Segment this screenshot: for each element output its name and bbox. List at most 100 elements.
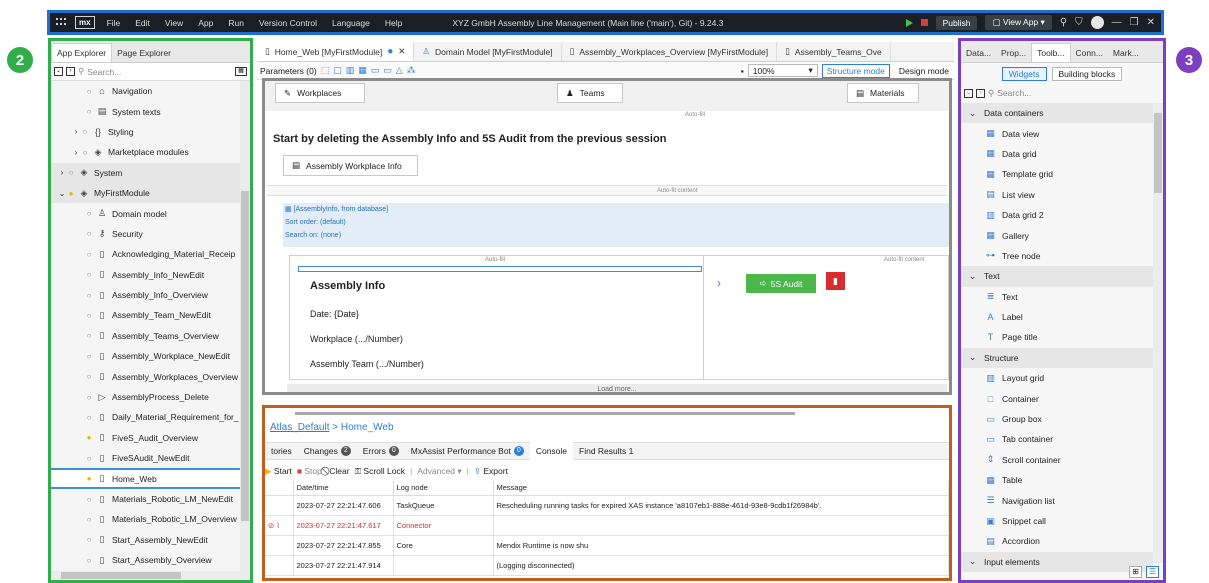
container-tool-icon[interactable]: ▭ [371, 65, 380, 76]
widget-item[interactable]: A Label [961, 307, 1153, 327]
building-blocks-toggle[interactable]: Building blocks [1051, 67, 1123, 81]
shapes-tool-icon[interactable]: △ [396, 65, 403, 76]
teams-button[interactable]: ♟ Teams [557, 83, 623, 103]
menu-run[interactable]: Run [228, 18, 244, 28]
load-more-button[interactable]: Load more... [287, 384, 947, 392]
chevron-right-icon[interactable]: › [717, 276, 721, 290]
frame-tool-icon[interactable]: ▭ [383, 65, 392, 76]
tab-teams-overview[interactable]: ▯ Assembly_Teams_Ove [777, 42, 891, 61]
tree-item[interactable]: ○ ▯ Materials_Robotic_LM_Overview [51, 509, 240, 529]
console-tab[interactable]: Changes 2 [298, 442, 357, 460]
widgets-toggle[interactable]: Widgets [1001, 67, 1047, 81]
toolbox-tab[interactable]: Conn... [1071, 44, 1108, 62]
widget-item[interactable]: ▦ Data view [961, 123, 1153, 143]
collapse-icon[interactable]: ⌄ [964, 88, 973, 98]
toolbox-tab[interactable]: Prop... [996, 44, 1031, 62]
tree-item[interactable]: ● ▯ Home_Web [51, 468, 240, 489]
widget-category[interactable]: ⌄ Text [961, 266, 1153, 287]
tree-item[interactable]: ○ ▯ Assembly_Info_Overview [51, 285, 240, 305]
chevron-down-icon[interactable]: ⌄ [57, 189, 67, 198]
run-icon[interactable] [905, 18, 913, 27]
widget-item[interactable]: ▥ Layout grid [961, 368, 1153, 388]
explorer-search-input[interactable]: ⚲ Search... [78, 66, 232, 77]
table-row[interactable]: 2023-07-27 22:21:47.914 (Logging disconne… [265, 555, 949, 576]
tree-item[interactable]: ○ ▷ AssemblyProcess_Delete [51, 387, 240, 407]
menu-version-control[interactable]: Version Control [259, 18, 317, 28]
expand-icon[interactable]: › [976, 88, 985, 98]
toolbox-search-input[interactable]: ⌄ › ⚲ Search... [961, 85, 1163, 101]
menu-app[interactable]: App [198, 18, 213, 28]
clear-button[interactable]: ⃠ Clear [327, 466, 349, 477]
console-tab[interactable]: Find Results 1 [573, 442, 639, 460]
toolbox-scrollbar[interactable] [1153, 103, 1163, 563]
cart-icon[interactable]: ⛉ [1075, 17, 1083, 28]
tab-page-explorer[interactable]: Page Explorer [112, 44, 176, 62]
avatar[interactable] [1090, 16, 1104, 29]
tree-item[interactable]: › ○ ◈ System [51, 162, 240, 183]
widget-item[interactable]: T Page title [961, 327, 1153, 347]
close-icon[interactable]: ✕ [1147, 17, 1155, 28]
widget-item[interactable]: ⇕ Scroll container [961, 450, 1153, 470]
minimize-icon[interactable]: — [1112, 17, 1122, 28]
scroll-lock-button[interactable]: ⚿ Scroll Lock [355, 466, 405, 477]
start-button[interactable]: ▶ Start [265, 466, 292, 477]
stop-button[interactable]: ■ Stop [297, 466, 322, 476]
chevron-right-icon[interactable]: › [71, 148, 81, 157]
tree-item[interactable]: › ○ ◈ Marketplace modules [51, 142, 240, 162]
widget-category[interactable]: ⌄ Data containers [961, 103, 1153, 124]
widget-item[interactable]: □ Container [961, 388, 1153, 408]
chevron-right-icon[interactable]: › [57, 168, 67, 177]
widget-item[interactable]: ▤ Accordion [961, 531, 1153, 551]
widget-item[interactable]: ≣ Text [961, 287, 1153, 307]
console-tab[interactable]: Console [529, 442, 574, 460]
css-icon[interactable]: ▪ [741, 66, 744, 76]
tab-home-web[interactable]: ▯ Home_Web [MyFirstModule] ● ✕ [257, 42, 415, 61]
assembly-workplace-info-button[interactable]: ▤ Assembly Workplace Info [283, 155, 418, 176]
widget-category[interactable]: ⌄ Input elements [961, 551, 1153, 572]
filter-icon[interactable]: ▦ [235, 67, 247, 76]
design-mode-button[interactable]: Design mode [893, 63, 954, 78]
columns-tool-icon[interactable]: ▥ [346, 65, 355, 76]
tree-item[interactable]: ○ ▯ Assembly_Workplace_NewEdit [51, 346, 240, 366]
menu-file[interactable]: File [107, 18, 121, 28]
tree-item[interactable]: ○ ▯ Assembly_Info_NewEdit [51, 265, 240, 285]
export-button[interactable]: ⇪ Export [474, 466, 508, 477]
widget-item[interactable]: ▭ Group box [961, 409, 1153, 429]
parameters-label[interactable]: Parameters (0) [260, 66, 317, 76]
column-datetime[interactable]: Date/time [293, 481, 394, 496]
column-log-node[interactable]: Log node [393, 481, 494, 496]
5s-audit-button[interactable]: ➪ 5S Audit [746, 274, 816, 293]
data-source-band[interactable]: ▦ [AssemblyInfo, from database] Sort ord… [283, 203, 949, 247]
tree-item[interactable]: ○ ▤ System texts [51, 101, 240, 121]
tree-item[interactable]: ○ ⌂ Navigation [51, 81, 240, 101]
tree-item[interactable]: ○ ▯ Assembly_Workplaces_Overview [51, 366, 240, 386]
tree-item[interactable]: ○ ▯ Assembly_Team_NewEdit [51, 305, 240, 325]
menu-language[interactable]: Language [332, 18, 370, 28]
widget-item[interactable]: ▦ Data grid [961, 144, 1153, 164]
widget-item[interactable]: ▭ Tab container [961, 429, 1153, 449]
tree-item[interactable]: ○ ▯ Materials_Robotic_LM_NewEdit [51, 489, 240, 509]
console-tab[interactable]: Errors 0 [357, 442, 405, 460]
explorer-hscrollbar[interactable] [51, 571, 250, 580]
table-row[interactable]: 2023-07-27 22:21:47.855 Core Mendix Runtim… [265, 535, 949, 556]
restore-icon[interactable]: ❐ [1130, 17, 1139, 28]
chevron-right-icon[interactable]: › [71, 127, 81, 136]
table-row[interactable]: ⊘ ⌇ 2023-07-27 22:21:47.617 Connector [265, 515, 949, 536]
view-app-button[interactable]: ▢ View App ▾ [985, 15, 1052, 30]
breadcrumb-layout[interactable]: Atlas_Default [270, 422, 329, 433]
tree-item[interactable]: ○ ▯ Assembly_Teams_Overview [51, 326, 240, 346]
widget-item[interactable]: ▤ List view [961, 185, 1153, 205]
toolbox-tab[interactable]: Data... [961, 44, 996, 62]
explorer-scrollbar[interactable] [240, 81, 250, 571]
delete-button[interactable]: ▮ [826, 272, 845, 290]
grid-view-icon[interactable]: ⊞ [1129, 566, 1142, 578]
tree-item[interactable]: ○ ▯ FiveSAudit_NewEdit [51, 448, 240, 468]
widget-item[interactable]: ▦ Gallery [961, 225, 1153, 245]
tree-item[interactable]: ○ ▯ Start_Assembly_NewEdit [51, 530, 240, 550]
tree-item[interactable]: ○ ⚷ Security [51, 224, 240, 244]
widgets-tool-icon[interactable]: ⁂ [407, 65, 416, 76]
tree-item[interactable]: ○ ▯ Daily_Material_Requirement_for_ [51, 407, 240, 427]
column-message[interactable]: Message [493, 481, 949, 496]
tree-item[interactable]: ○ ▯ Acknowledging_Material_Receip [51, 244, 240, 264]
list-view-icon[interactable]: ☰ [1146, 566, 1159, 578]
